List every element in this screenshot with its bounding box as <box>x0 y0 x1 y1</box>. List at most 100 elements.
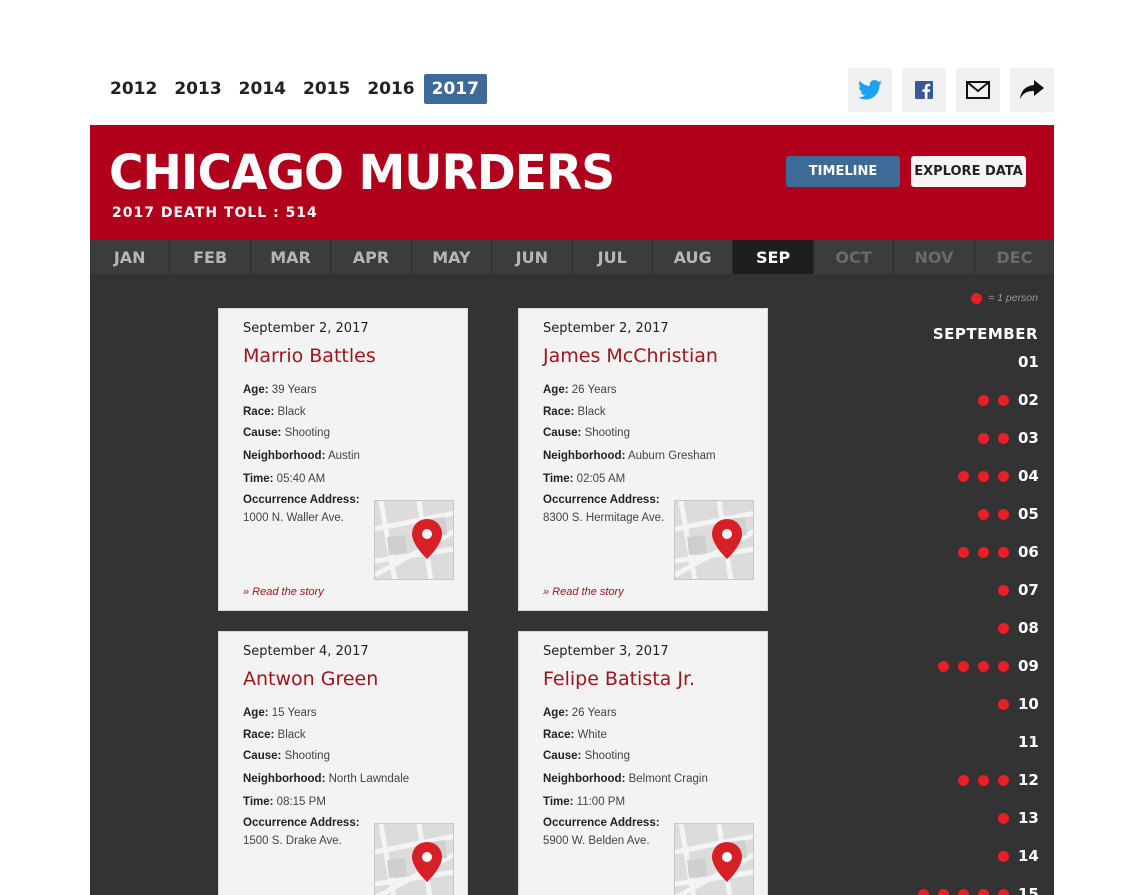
victim-name[interactable]: Felipe Batista Jr. <box>543 668 695 690</box>
email-button[interactable] <box>956 68 1000 112</box>
year-2012[interactable]: 2012 <box>102 74 165 104</box>
map-pin-icon <box>675 501 753 579</box>
field-neighborhood: Neighborhood: Austin <box>243 450 360 462</box>
tab-aug[interactable]: AUG <box>653 240 734 274</box>
day-dots <box>958 546 1009 558</box>
day-number[interactable]: 06 <box>1018 543 1039 561</box>
day-dots <box>958 774 1009 786</box>
day-number[interactable]: 15 <box>1018 885 1039 895</box>
day-row: 04 <box>958 467 1039 485</box>
map-thumbnail[interactable] <box>674 823 754 895</box>
facebook-button[interactable] <box>902 68 946 112</box>
victim-name[interactable]: Antwon Green <box>243 668 378 690</box>
page-title: CHICAGO MURDERS <box>109 145 615 201</box>
person-dot <box>978 508 989 520</box>
field-value: 26 Years <box>571 707 617 719</box>
person-dot <box>998 622 1009 634</box>
address-label: Occurrence Address: <box>543 494 660 506</box>
victim-date: September 2, 2017 <box>243 321 369 336</box>
day-row: 03 <box>978 429 1039 447</box>
person-dot <box>998 394 1009 406</box>
day-row: 14 <box>998 847 1039 865</box>
read-story-link[interactable]: » Read the story <box>243 586 324 598</box>
map-thumbnail[interactable] <box>374 500 454 580</box>
day-dots <box>998 584 1009 596</box>
day-row: 11 <box>1009 733 1039 751</box>
month-nav: JAN FEB MAR APR MAY JUN JUL AUG SEP OCT NOV DEC <box>90 240 1054 274</box>
timeline-button[interactable]: TIMELINE <box>786 156 900 187</box>
twitter-icon <box>858 80 882 100</box>
field-neighborhood: Neighborhood: North Lawndale <box>243 773 409 785</box>
address-value: 1500 S. Drake Ave. <box>243 835 342 847</box>
day-row: 01 <box>1009 353 1039 371</box>
day-number[interactable]: 08 <box>1018 619 1039 637</box>
person-dot <box>998 812 1009 824</box>
share-button[interactable] <box>1010 68 1054 112</box>
tab-may[interactable]: MAY <box>412 240 493 274</box>
day-number[interactable]: 13 <box>1018 809 1039 827</box>
person-dot <box>978 546 989 558</box>
victim-date: September 2, 2017 <box>543 321 669 336</box>
victim-name[interactable]: Marrio Battles <box>243 345 376 367</box>
person-dot <box>958 546 969 558</box>
year-nav: 2012 2013 2014 2015 2016 2017 <box>102 74 488 104</box>
field-value: 15 Years <box>271 707 317 719</box>
field-label: Cause: <box>243 427 282 439</box>
day-number[interactable]: 05 <box>1018 505 1039 523</box>
field-value: Shooting <box>584 427 630 439</box>
read-story-link[interactable]: » Read the story <box>543 586 624 598</box>
year-2014[interactable]: 2014 <box>231 74 294 104</box>
person-dot <box>978 888 989 895</box>
victim-card: September 2, 2017 James McChristian Age: 2… <box>518 308 768 611</box>
field-cause: Cause: Shooting <box>243 427 330 439</box>
tab-apr[interactable]: APR <box>331 240 412 274</box>
tab-sep[interactable]: SEP <box>733 240 814 274</box>
day-row: 12 <box>958 771 1039 789</box>
field-race: Race: Black <box>243 729 306 741</box>
day-number[interactable]: 04 <box>1018 467 1039 485</box>
map-pin-icon <box>375 824 453 895</box>
day-number[interactable]: 09 <box>1018 657 1039 675</box>
day-number[interactable]: 12 <box>1018 771 1039 789</box>
day-dots <box>978 508 1009 520</box>
day-number[interactable]: 14 <box>1018 847 1039 865</box>
year-2017[interactable]: 2017 <box>423 74 487 104</box>
day-number[interactable]: 01 <box>1018 353 1039 371</box>
field-label: Neighborhood: <box>243 773 326 785</box>
explore-data-button[interactable]: EXPLORE DATA <box>911 156 1026 187</box>
field-age: Age: 39 Years <box>243 384 317 396</box>
map-pin-icon <box>375 501 453 579</box>
field-label: Time: <box>543 796 574 808</box>
map-thumbnail[interactable] <box>374 823 454 895</box>
tab-feb[interactable]: FEB <box>170 240 251 274</box>
person-dot <box>978 660 989 672</box>
person-dot <box>998 660 1009 672</box>
year-2016[interactable]: 2016 <box>359 74 422 104</box>
field-value: 26 Years <box>571 384 617 396</box>
year-2013[interactable]: 2013 <box>166 74 229 104</box>
field-label: Cause: <box>243 750 282 762</box>
field-label: Neighborhood: <box>243 450 326 462</box>
field-race: Race: White <box>543 729 607 741</box>
tab-jun[interactable]: JUN <box>492 240 573 274</box>
main-content: = 1 person SEPTEMBER September 2, 2017 Ma… <box>90 274 1054 895</box>
address-value: 8300 S. Hermitage Ave. <box>543 512 665 524</box>
victim-name[interactable]: James McChristian <box>543 345 718 367</box>
person-dot <box>998 470 1009 482</box>
twitter-button[interactable] <box>848 68 892 112</box>
field-age: Age: 26 Years <box>543 707 617 719</box>
field-value: 39 Years <box>271 384 317 396</box>
day-number[interactable]: 10 <box>1018 695 1039 713</box>
tab-jan[interactable]: JAN <box>90 240 171 274</box>
map-pin-icon <box>675 824 753 895</box>
year-2015[interactable]: 2015 <box>295 74 358 104</box>
tab-mar[interactable]: MAR <box>251 240 332 274</box>
tab-jul[interactable]: JUL <box>573 240 653 274</box>
person-dot <box>958 888 969 895</box>
day-number[interactable]: 07 <box>1018 581 1039 599</box>
field-value: North Lawndale <box>328 773 410 785</box>
map-thumbnail[interactable] <box>674 500 754 580</box>
day-number[interactable]: 11 <box>1018 733 1039 751</box>
day-number[interactable]: 02 <box>1018 391 1039 409</box>
day-number[interactable]: 03 <box>1018 429 1039 447</box>
